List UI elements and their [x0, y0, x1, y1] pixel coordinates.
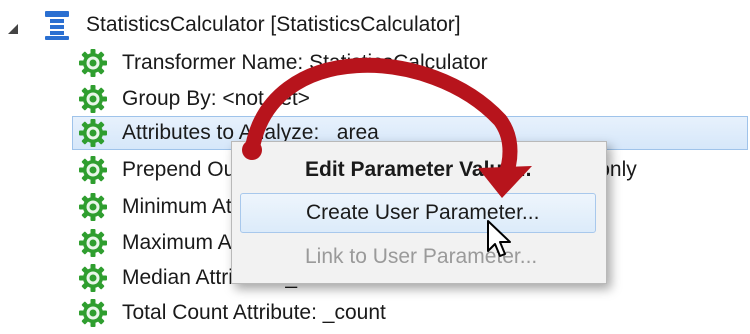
gear-icon	[78, 263, 108, 293]
gear-icon	[78, 118, 108, 148]
tree-root-label: StatisticsCalculator [StatisticsCalculat…	[86, 13, 461, 36]
context-menu: Edit Parameter Value... Create User Para…	[231, 141, 607, 284]
tree-item-label: Total Count Attribute: _count	[122, 301, 386, 324]
gear-icon	[78, 192, 108, 222]
gear-icon	[78, 228, 108, 258]
tree-item-group-by[interactable]: Group By: <not set>	[78, 82, 310, 116]
menu-item-link-to-user-parameter: Link to User Parameter...	[240, 237, 596, 277]
tree-item-transformer-name[interactable]: Transformer Name: StatisticsCalculator	[78, 46, 488, 80]
gear-icon	[78, 84, 108, 114]
gear-icon	[78, 155, 108, 185]
menu-item-create-user-parameter[interactable]: Create User Parameter...	[240, 193, 596, 233]
transformer-icon	[42, 9, 72, 41]
expand-triangle-icon[interactable]	[6, 18, 20, 34]
mouse-pointer-icon	[487, 220, 511, 257]
gear-icon	[78, 48, 108, 78]
tree-item-label: Transformer Name: StatisticsCalculator	[122, 51, 488, 74]
menu-item-label: Edit Parameter Value...	[305, 158, 532, 181]
tree-root-row[interactable]: StatisticsCalculator [StatisticsCalculat…	[6, 8, 461, 42]
tree-item-label: Group By: <not set>	[122, 87, 310, 110]
gear-icon	[78, 298, 108, 328]
menu-item-edit-parameter-value[interactable]: Edit Parameter Value...	[240, 150, 596, 190]
tree-item-total-count[interactable]: Total Count Attribute: _count	[78, 296, 386, 330]
